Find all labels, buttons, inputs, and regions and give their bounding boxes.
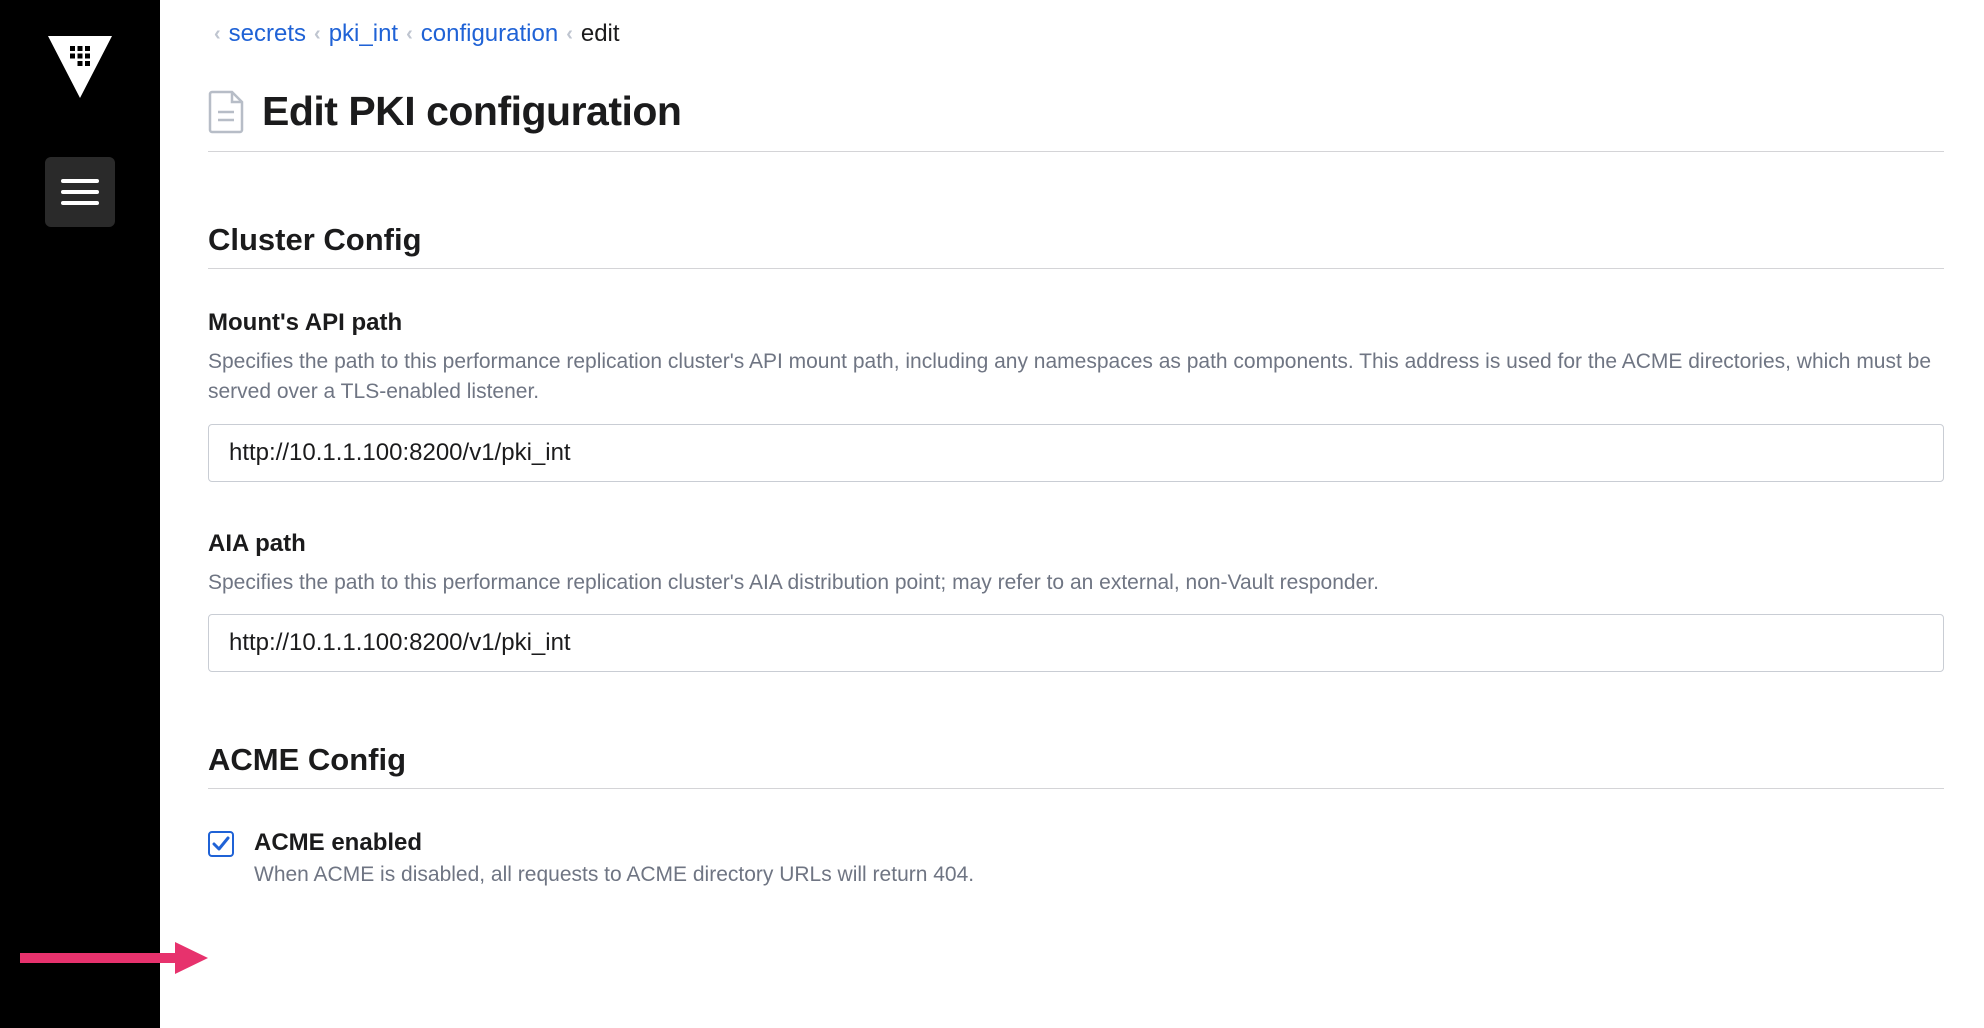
chevron-left-icon: ‹ bbox=[314, 23, 321, 46]
aia-path-input[interactable] bbox=[208, 614, 1944, 672]
chevron-left-icon: ‹ bbox=[214, 23, 221, 46]
aia-path-description: Specifies the path to this performance r… bbox=[208, 568, 1944, 598]
mount-api-path-label: Mount's API path bbox=[208, 309, 1944, 337]
breadcrumb: ‹ secrets ‹ pki_int ‹ configuration ‹ ed… bbox=[214, 20, 1944, 48]
breadcrumb-current: edit bbox=[581, 20, 620, 48]
page-header: Edit PKI configuration bbox=[208, 88, 1944, 152]
mount-api-path-field: Mount's API path Specifies the path to t… bbox=[208, 309, 1944, 482]
acme-enabled-label: ACME enabled bbox=[254, 829, 974, 857]
page-title: Edit PKI configuration bbox=[262, 88, 681, 135]
breadcrumb-configuration[interactable]: configuration bbox=[421, 20, 558, 48]
breadcrumb-pki-int[interactable]: pki_int bbox=[329, 20, 398, 48]
breadcrumb-secrets[interactable]: secrets bbox=[229, 20, 306, 48]
aia-path-field: AIA path Specifies the path to this perf… bbox=[208, 530, 1944, 672]
main-content: ‹ secrets ‹ pki_int ‹ configuration ‹ ed… bbox=[160, 0, 1984, 1028]
acme-enabled-checkbox[interactable] bbox=[208, 831, 234, 857]
document-icon bbox=[208, 90, 244, 134]
hamburger-icon bbox=[61, 177, 99, 207]
acme-config-heading: ACME Config bbox=[208, 742, 1944, 789]
mount-api-path-description: Specifies the path to this performance r… bbox=[208, 347, 1944, 408]
cluster-config-heading: Cluster Config bbox=[208, 222, 1944, 269]
chevron-left-icon: ‹ bbox=[406, 23, 413, 46]
chevron-left-icon: ‹ bbox=[566, 23, 573, 46]
sidebar bbox=[0, 0, 160, 1028]
acme-enabled-row: ACME enabled When ACME is disabled, all … bbox=[208, 829, 1944, 887]
aia-path-label: AIA path bbox=[208, 530, 1944, 558]
menu-button[interactable] bbox=[45, 157, 115, 227]
acme-enabled-description: When ACME is disabled, all requests to A… bbox=[254, 863, 974, 887]
mount-api-path-input[interactable] bbox=[208, 424, 1944, 482]
vault-logo bbox=[44, 30, 116, 102]
check-icon bbox=[212, 836, 230, 852]
